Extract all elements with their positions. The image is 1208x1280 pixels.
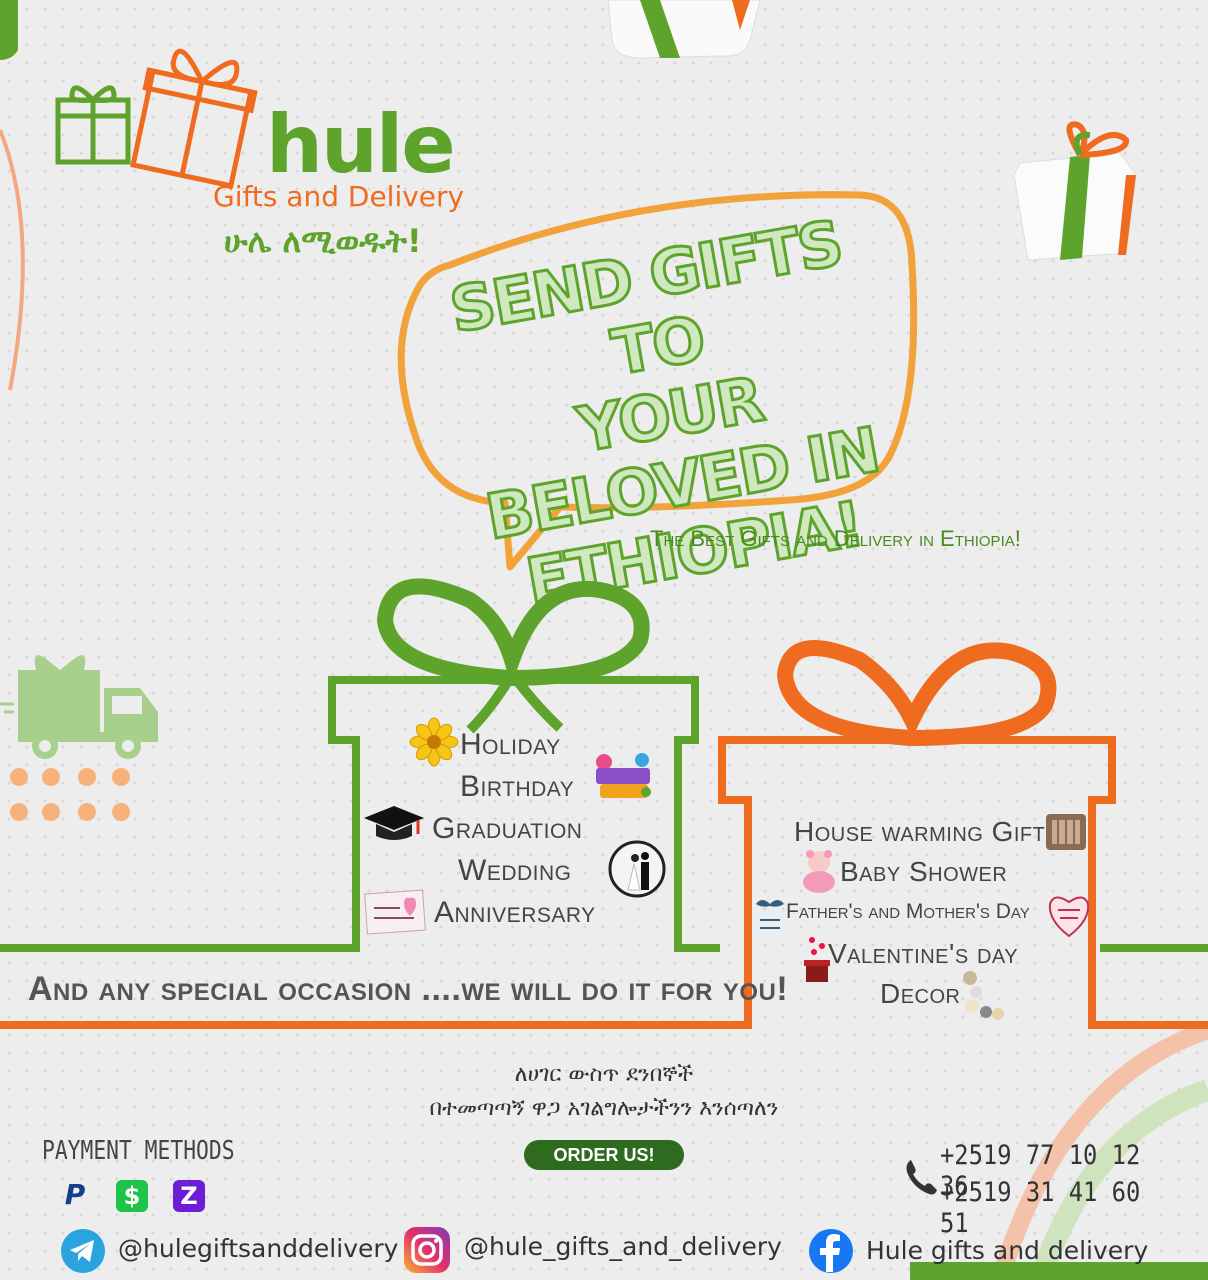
brand-name: hule	[266, 98, 456, 191]
occasion-decor: Decor	[880, 978, 961, 1009]
occasion-wedding: Wedding	[458, 854, 572, 887]
paypal-icon: P	[64, 1178, 86, 1211]
occasion-valentines: Valentine's day	[828, 938, 1019, 969]
subheadline: The Best Gifts and Delivery in Ethiopia!	[650, 526, 1021, 551]
wedding-couple-icon	[608, 840, 666, 898]
cash-app-icon: $	[116, 1180, 148, 1212]
occasion-birthday: Birthday	[460, 770, 575, 803]
payment-methods-title: PAYMENT METHODS	[42, 1136, 235, 1166]
mothers-day-icon	[1048, 896, 1090, 938]
occasion-house-warming: House warming Gift	[794, 816, 1046, 847]
amharic-line-1: ለሀገር ውስጥ ደንበኞች	[514, 1062, 694, 1087]
poster: hule Gifts and Delivery ሁሌ ለሚወዱት! SEND G…	[0, 0, 1208, 1280]
flower-icon	[409, 717, 459, 767]
occasion-anniversary: Anniversary	[434, 896, 596, 929]
special-occasion-text: And any special occasion ....we will do …	[28, 970, 789, 1008]
valentine-gift-icon	[804, 937, 830, 982]
graduation-cap-icon	[364, 806, 424, 840]
happy-birthday-icon	[596, 753, 651, 798]
telegram-handle[interactable]: @hulegiftsanddelivery	[118, 1234, 398, 1263]
instagram-handle[interactable]: @hule_gifts_and_delivery	[464, 1232, 782, 1261]
balloons-icon	[963, 971, 1004, 1020]
facebook-icon	[809, 1229, 853, 1273]
anniversary-card-icon	[364, 889, 426, 935]
top-gift-icon	[607, 0, 761, 59]
baby-icon	[803, 850, 835, 893]
amharic-line-2: በተመጣጣኝ ዋጋ አገልግሎታችንን እንሰጣለን	[429, 1096, 779, 1121]
phone-number-2[interactable]: +2519 31 41 60 51	[940, 1177, 1176, 1239]
occasion-holiday: Holiday	[460, 728, 561, 761]
order-us-button[interactable]: ORDER US!	[524, 1140, 684, 1170]
gift-box-icon	[1013, 121, 1137, 261]
logo-gifts-icon	[55, 48, 258, 189]
zelle-icon: Z	[173, 1180, 205, 1212]
facebook-handle[interactable]: Hule gifts and delivery	[866, 1236, 1148, 1265]
fathers-day-icon	[756, 900, 784, 938]
house-warming-icon	[1046, 814, 1086, 850]
occasion-graduation: Graduation	[432, 812, 583, 845]
occasion-parents-day: Father's and Mother's Day	[786, 900, 1030, 923]
telegram-icon	[61, 1229, 105, 1273]
instagram-icon	[404, 1227, 450, 1273]
occasion-baby-shower: Baby Shower	[840, 856, 1008, 887]
phone-icon	[906, 1160, 937, 1195]
